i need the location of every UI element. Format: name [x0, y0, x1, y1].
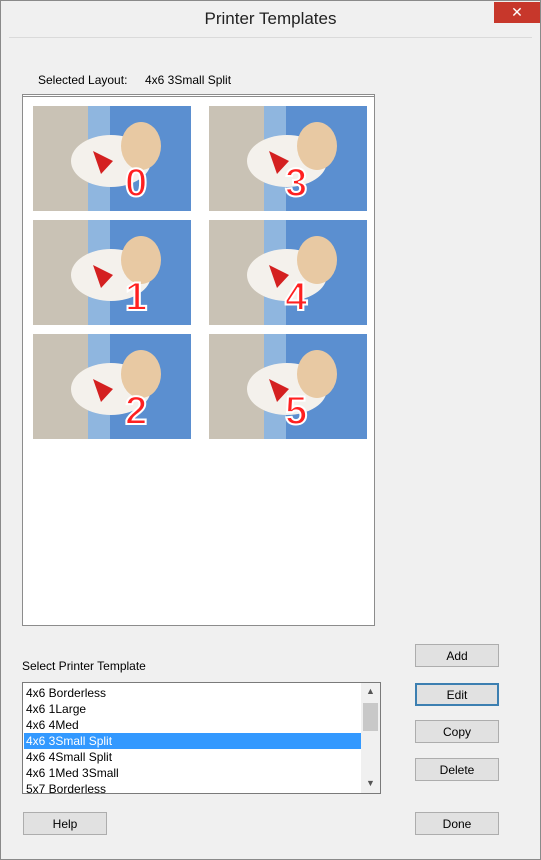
title-bar: Printer Templates ✕	[1, 1, 540, 37]
tile-number: 4	[285, 275, 308, 319]
help-button[interactable]: Help	[23, 812, 107, 835]
tile-number: 2	[125, 389, 147, 433]
done-button[interactable]: Done	[415, 812, 499, 835]
window-title: Printer Templates	[204, 9, 337, 28]
selected-layout-label: Selected Layout:	[38, 73, 128, 87]
layout-preview-panel: 0 1 2 3 4 5	[22, 94, 375, 626]
preview-tile-2: 2	[33, 334, 191, 439]
preview-tile-3: 3	[209, 106, 367, 211]
tile-number: 5	[285, 389, 307, 433]
scroll-down-icon[interactable]: ▼	[361, 775, 380, 792]
list-item[interactable]: 4x6 1Med 3Small	[24, 765, 362, 781]
template-listbox[interactable]: 4x6 Borderless 4x6 1Large 4x6 4Med 4x6 3…	[22, 682, 381, 794]
preview-tile-5: 5	[209, 334, 367, 439]
close-button[interactable]: ✕	[494, 2, 540, 23]
scrollbar-thumb[interactable]	[363, 703, 378, 731]
add-button[interactable]: Add	[415, 644, 499, 667]
list-item-selected[interactable]: 4x6 3Small Split	[24, 733, 362, 749]
scroll-up-icon[interactable]: ▲	[361, 683, 380, 700]
list-item[interactable]: 4x6 Borderless	[24, 685, 362, 701]
list-item[interactable]: 5x7 Borderless	[24, 781, 362, 793]
copy-button[interactable]: Copy	[415, 720, 499, 743]
edit-button[interactable]: Edit	[415, 683, 499, 706]
list-item[interactable]: 4x6 4Med	[24, 717, 362, 733]
preview-tile-4: 4	[209, 220, 367, 325]
printer-templates-window: Printer Templates ✕ Selected Layout: 4x6…	[0, 0, 541, 860]
preview-divider	[23, 96, 374, 97]
selected-layout-value: 4x6 3Small Split	[145, 73, 232, 87]
preview-tile-0: 0	[33, 106, 191, 211]
template-list-label: Select Printer Template	[22, 659, 146, 673]
list-item[interactable]: 4x6 4Small Split	[24, 749, 362, 765]
tile-number: 3	[285, 161, 307, 205]
list-item[interactable]: 4x6 1Large	[24, 701, 362, 717]
preview-tile-1: 1	[33, 220, 191, 325]
tile-number: 0	[125, 161, 147, 205]
listbox-scrollbar[interactable]: ▲ ▼	[361, 683, 380, 793]
tile-number: 1	[125, 275, 147, 319]
delete-button[interactable]: Delete	[415, 758, 499, 781]
